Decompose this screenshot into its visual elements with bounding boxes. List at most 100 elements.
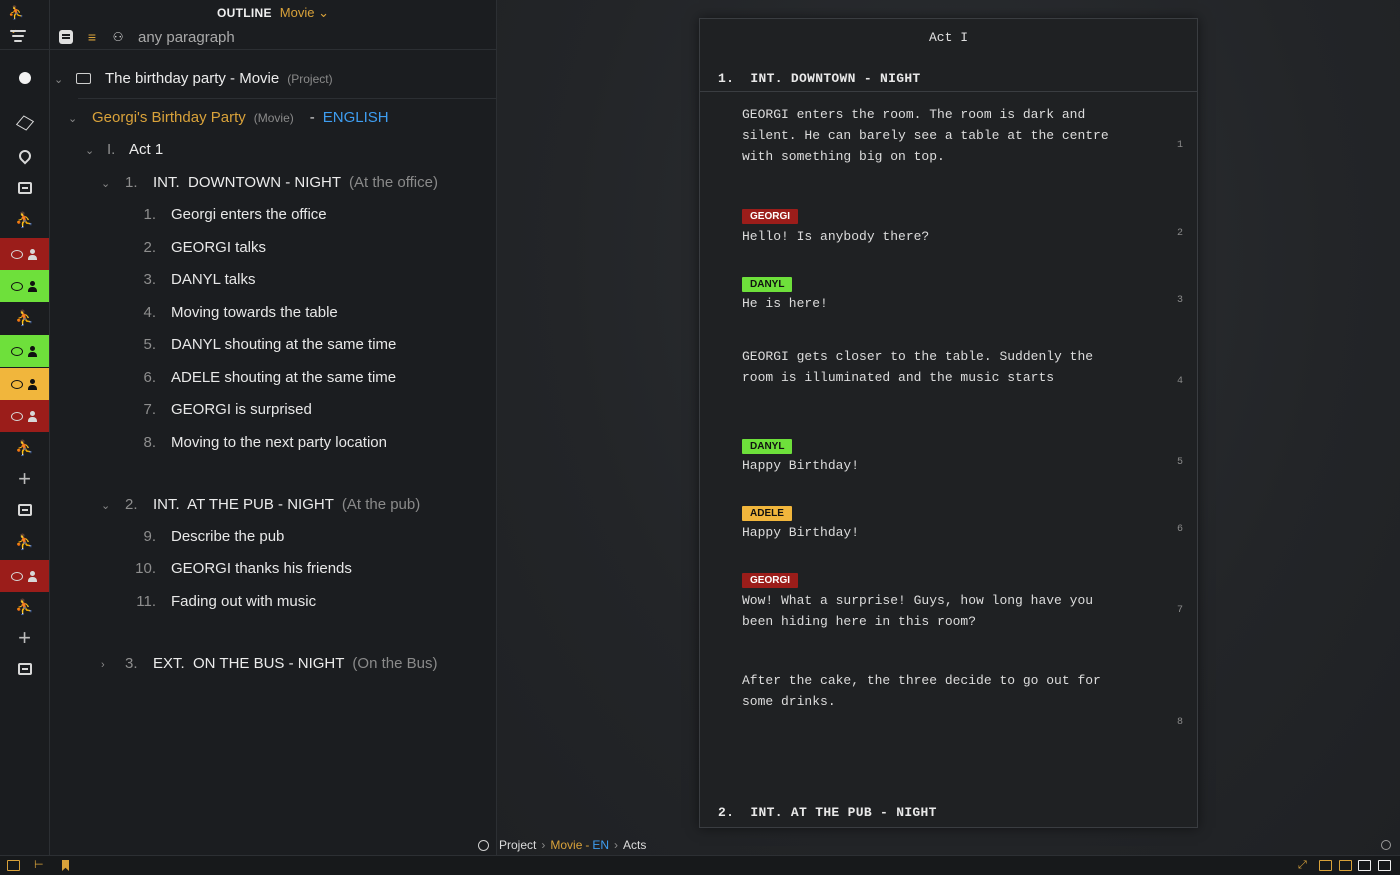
people-filter-icon[interactable]: ⚇ <box>110 29 126 45</box>
plus-icon[interactable]: + <box>0 463 49 495</box>
scene-row[interactable]: ⌄ 1. INT. DOWNTOWN - NIGHT (At the offic… <box>101 174 438 191</box>
search-input[interactable] <box>138 28 438 46</box>
item-text: DANYL talks <box>171 271 256 288</box>
paragraph-number: 8 <box>1176 717 1183 728</box>
chevron-right-icon: › <box>541 838 546 852</box>
script-page[interactable]: Act I 1. INT. DOWNTOWN - NIGHT GEORGI en… <box>699 18 1198 828</box>
character-tag[interactable]: DANYL <box>742 277 793 292</box>
movie-row[interactable]: ⌄ Georgi's Birthday Party (Movie) - ENGL… <box>68 109 389 126</box>
list-item[interactable]: 4. Moving towards the table <box>128 304 338 321</box>
item-text: GEORGI is surprised <box>171 401 312 418</box>
scene-row[interactable]: › 3. EXT. ON THE BUS - NIGHT (On the Bus… <box>101 655 437 672</box>
language-link[interactable]: ENGLISH <box>323 109 389 126</box>
dialogue-paragraph[interactable]: Wow! What a surprise! Guys, how long hav… <box>742 590 1132 632</box>
bookmark-icon[interactable] <box>62 860 69 871</box>
action-runner-icon[interactable]: ⛹ <box>0 204 49 236</box>
hamburger-menu-icon[interactable] <box>10 30 26 42</box>
list-item[interactable]: 3. DANYL talks <box>128 271 255 288</box>
list-item[interactable]: 9. Describe the pub <box>128 528 284 545</box>
list-item[interactable]: 5. DANYL shouting at the same time <box>128 336 396 353</box>
chevron-down-icon[interactable]: ⌄ <box>101 177 115 190</box>
list-item[interactable]: 11. Fading out with music <box>128 593 316 610</box>
breadcrumb-language[interactable]: EN <box>592 838 609 852</box>
paragraph-number: 2 <box>1176 228 1183 239</box>
movie-dash: - <box>309 109 315 126</box>
item-number: 11. <box>136 593 156 610</box>
icon-rail: ⛹⌄ ⛹ ⛹ ⛹ + ⛹ ⛹ + <box>0 0 50 855</box>
dialogue-georgi-icon[interactable] <box>0 560 49 592</box>
list-item[interactable]: 7. GEORGI is surprised <box>128 401 312 418</box>
scene-location: (At the pub) <box>341 496 421 513</box>
dialogue-paragraph[interactable]: Happy Birthday! <box>742 522 1132 543</box>
list-item[interactable]: 2. GEORGI talks <box>128 239 266 256</box>
character-tag[interactable]: GEORGI <box>742 209 799 224</box>
settings-gear-icon[interactable] <box>478 839 489 851</box>
list-item[interactable]: 1. Georgi enters the office <box>128 206 326 223</box>
list-item[interactable]: 6. ADELE shouting at the same time <box>128 369 396 386</box>
act-row[interactable]: ⌄ I. Act 1 <box>85 141 163 158</box>
document-view-icon[interactable] <box>58 29 74 45</box>
expand-icon[interactable]: ⤢ <box>1298 860 1311 871</box>
action-paragraph[interactable]: After the cake, the three decide to go o… <box>742 670 1132 712</box>
chevron-right-icon[interactable]: › <box>101 659 115 671</box>
character-tag[interactable]: GEORGI <box>742 573 799 588</box>
paragraph-number: 7 <box>1176 605 1183 616</box>
dialogue-paragraph[interactable]: Happy Birthday! <box>742 455 1132 476</box>
item-number: 4. <box>143 304 156 321</box>
action-paragraph[interactable]: GEORGI gets closer to the table. Suddenl… <box>742 346 1132 388</box>
film-icon[interactable] <box>0 172 49 204</box>
item-number: 10. <box>135 560 156 577</box>
item-number: 2. <box>143 239 156 256</box>
film-icon[interactable] <box>7 860 20 871</box>
tree-icon[interactable]: ⊢ <box>34 860 47 871</box>
rail-top: ⛹⌄ <box>0 0 50 50</box>
dialogue-danyl-icon[interactable] <box>0 335 49 367</box>
breadcrumb-project[interactable]: Project <box>499 838 536 852</box>
character-tag[interactable]: DANYL <box>742 439 793 454</box>
action-paragraph[interactable]: GEORGI enters the room. The room is dark… <box>742 104 1132 167</box>
film-icon[interactable] <box>0 494 49 526</box>
app-logo-icon[interactable]: ⛹⌄ <box>8 5 34 36</box>
scene-heading[interactable]: 2. INT. AT THE PUB - NIGHT <box>718 805 937 820</box>
film-icon[interactable] <box>0 653 49 685</box>
split-panel-icon[interactable] <box>1339 860 1352 871</box>
list-item[interactable]: 8. Moving to the next party location <box>128 434 386 451</box>
dialogue-adele-icon[interactable] <box>0 368 49 400</box>
plus-icon[interactable]: + <box>0 622 49 654</box>
right-panel-icon[interactable] <box>1378 860 1391 871</box>
chevron-down-icon[interactable]: ⌄ <box>101 499 115 512</box>
text-lines-icon[interactable]: ≡ <box>84 29 100 45</box>
action-runner-icon[interactable]: ⛹ <box>0 526 49 558</box>
item-text: Fading out with music <box>171 593 317 610</box>
dialogue-georgi-icon[interactable] <box>0 400 49 432</box>
chevron-down-icon[interactable]: ⌄ <box>54 73 68 86</box>
breadcrumb-movie[interactable]: Movie <box>550 838 582 852</box>
paragraph-number: 6 <box>1176 524 1183 535</box>
scene-row[interactable]: ⌄ 2. INT. AT THE PUB - NIGHT (At the pub… <box>101 496 420 513</box>
dialogue-paragraph[interactable]: He is here! <box>742 293 1132 314</box>
settings-gear-icon[interactable] <box>1381 840 1391 850</box>
list-item[interactable]: 10. GEORGI thanks his friends <box>128 560 352 577</box>
item-text: ADELE shouting at the same time <box>171 369 397 386</box>
chevron-down-icon[interactable]: ⌄ <box>85 144 99 157</box>
location-pin-icon[interactable] <box>0 140 49 172</box>
breadcrumb-acts[interactable]: Acts <box>623 838 646 852</box>
divider <box>700 91 1197 92</box>
project-row[interactable]: ⌄ The birthday party - Movie (Project) <box>54 70 333 87</box>
scene-heading[interactable]: 1. INT. DOWNTOWN - NIGHT <box>718 71 921 86</box>
action-runner-icon[interactable]: ⛹ <box>0 432 49 464</box>
action-runner-icon[interactable]: ⛹ <box>0 302 49 334</box>
action-runner-icon[interactable]: ⛹ <box>0 591 49 623</box>
cube-icon[interactable] <box>0 107 49 139</box>
item-text: Moving towards the table <box>171 304 338 321</box>
top-panel-icon[interactable] <box>1358 860 1371 871</box>
mode-dropdown[interactable]: Movie ⌄ <box>280 5 329 21</box>
dialogue-danyl-icon[interactable] <box>0 270 49 302</box>
dialogue-paragraph[interactable]: Hello! Is anybody there? <box>742 226 1132 247</box>
project-circle-icon[interactable] <box>0 62 49 94</box>
dialogue-georgi-icon[interactable] <box>0 238 49 270</box>
mode-label: Movie <box>279 4 315 20</box>
chevron-down-icon[interactable]: ⌄ <box>68 112 82 125</box>
character-tag[interactable]: ADELE <box>742 506 792 521</box>
left-panel-icon[interactable] <box>1319 860 1332 871</box>
